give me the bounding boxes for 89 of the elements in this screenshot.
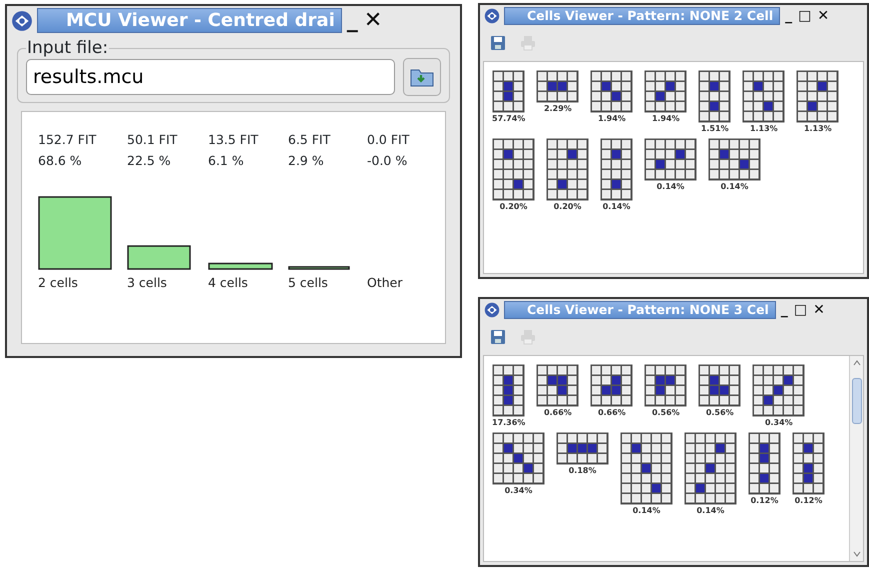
cell-pattern-drawing[interactable] (492, 364, 526, 418)
cell-pattern-drawing[interactable] (748, 432, 781, 496)
share-label: 57.74% (492, 115, 526, 124)
cell-pattern-drawing[interactable] (698, 70, 732, 124)
cell-pattern-drawing[interactable] (698, 364, 742, 408)
category-label: 4 cells (208, 275, 248, 290)
cell-pattern-drawing[interactable] (620, 432, 673, 506)
share-label: 0.14% (696, 507, 724, 516)
minimize-button[interactable]: _ (784, 9, 794, 24)
percent-value: 22.5 % (127, 153, 172, 168)
fit-value: 13.5 FIT (208, 132, 260, 148)
share-label: 0.56% (706, 409, 734, 418)
close-button[interactable]: ✕ (362, 10, 384, 32)
scroll-up-icon[interactable] (852, 360, 860, 366)
maximize-button[interactable]: □ (797, 9, 812, 24)
minimize-button[interactable]: _ (346, 10, 359, 32)
cell-pattern-drawing[interactable] (742, 70, 786, 124)
browse-button[interactable] (403, 58, 441, 96)
app-icon[interactable] (11, 10, 33, 32)
scroll-thumb[interactable] (852, 378, 862, 424)
cell-pattern-drawing[interactable] (796, 70, 840, 124)
cell-pattern-drawing[interactable] (644, 364, 688, 408)
cell-pattern-drawing[interactable] (536, 70, 580, 104)
chart-bar (208, 262, 273, 270)
category-label: Other (367, 275, 402, 290)
cell-pattern-drawing[interactable] (644, 138, 697, 182)
share-label: 1.94% (652, 115, 680, 124)
share-label: 0.12% (750, 497, 778, 506)
share-label: 0.20% (554, 203, 582, 212)
app-icon[interactable] (484, 8, 500, 24)
cell-pattern-drawing[interactable] (752, 364, 806, 418)
category-label: 3 cells (127, 275, 167, 290)
percent-value: -0.0 % (367, 153, 408, 168)
window-title: Cells Viewer - Pattern: NONE 3 Cel (504, 301, 776, 320)
chart-bar (288, 266, 350, 270)
share-label: 0.20% (500, 203, 528, 212)
chart-bar (127, 245, 191, 270)
share-label: 0.14% (656, 183, 684, 192)
share-label: 17.36% (492, 419, 526, 428)
share-label: 0.14% (602, 203, 630, 212)
share-label: 1.13% (750, 125, 778, 134)
cell-pattern-drawing[interactable] (644, 70, 688, 114)
fit-value: 0.0 FIT (367, 132, 410, 148)
share-label: 0.14% (632, 507, 660, 516)
cell-pattern-drawing[interactable] (546, 138, 589, 202)
fit-value: 50.1 FIT (127, 132, 178, 148)
share-label: 2.29% (544, 105, 572, 114)
fit-value: 152.7 FIT (38, 132, 98, 148)
cell-pattern-drawing[interactable] (590, 364, 634, 408)
percent-value: 68.6 % (38, 153, 83, 168)
minimize-button[interactable]: _ (780, 303, 789, 318)
share-label: 0.18% (568, 467, 596, 476)
percent-value: 6.1 % (208, 153, 245, 168)
cell-pattern-drawing[interactable] (536, 364, 580, 408)
share-label: 0.66% (544, 409, 572, 418)
share-label: 0.14% (720, 183, 748, 192)
save-icon[interactable] (490, 329, 506, 346)
share-label: 1.51% (700, 125, 729, 134)
share-label: 0.34% (504, 487, 532, 496)
window-title: MCU Viewer - Centred drai (37, 8, 342, 34)
scrollbar[interactable] (849, 356, 863, 561)
cell-pattern-drawing[interactable] (492, 432, 545, 486)
category-label: 2 cells (38, 275, 78, 290)
cell-pattern-drawing[interactable] (590, 70, 634, 114)
app-icon[interactable] (484, 302, 500, 318)
cell-pattern-drawing[interactable] (684, 432, 737, 506)
window-title: Cells Viewer - Pattern: NONE 2 Cell (504, 7, 780, 26)
save-icon[interactable] (490, 35, 506, 52)
share-label: 0.56% (652, 409, 680, 418)
close-button[interactable]: ✕ (812, 303, 826, 318)
cell-pattern-drawing[interactable] (492, 138, 535, 202)
cell-pattern-drawing[interactable] (708, 138, 761, 182)
maximize-button[interactable]: □ (792, 303, 808, 318)
category-label: 5 cells (288, 275, 328, 290)
cell-pattern-drawing[interactable] (600, 138, 633, 202)
cell-pattern-drawing[interactable] (492, 70, 526, 114)
share-label: 1.13% (804, 125, 832, 134)
percent-value: 2.9 % (288, 153, 325, 168)
share-label: 0.34% (764, 419, 793, 428)
scroll-down-icon[interactable] (852, 551, 860, 557)
close-button[interactable]: ✕ (816, 9, 830, 24)
field-label: Input file: (26, 39, 110, 58)
share-label: 0.66% (598, 409, 626, 418)
cell-pattern-drawing[interactable] (792, 432, 825, 496)
share-label: 1.94% (598, 115, 626, 124)
file-input-field[interactable]: results.mcu (26, 59, 395, 96)
share-label: 0.12% (794, 497, 822, 506)
cell-pattern-drawing[interactable] (556, 432, 609, 466)
fit-value: 6.5 FIT (288, 132, 332, 148)
